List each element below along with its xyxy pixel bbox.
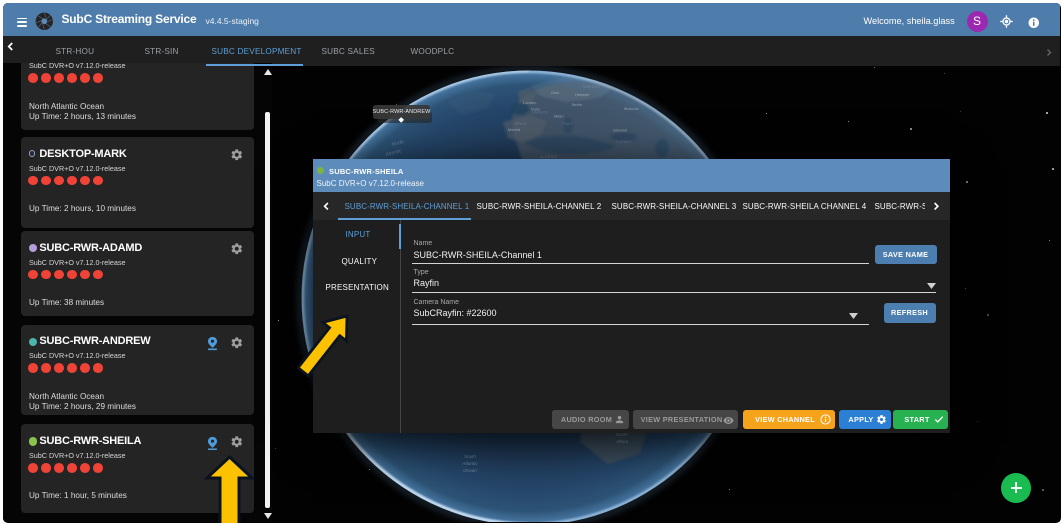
svg-text:Moscow: Moscow: [624, 106, 639, 111]
svg-text:Berlin: Berlin: [572, 102, 582, 107]
svg-text:London: London: [523, 100, 536, 105]
svg-text:Ocean: Ocean: [463, 468, 477, 473]
svg-text:Helsinki: Helsinki: [575, 92, 589, 97]
svg-text:Madrid: Madrid: [508, 127, 520, 132]
svg-text:FRANCE: FRANCE: [532, 110, 548, 114]
svg-text:ITALY: ITALY: [562, 122, 573, 126]
svg-text:SWEDEN: SWEDEN: [583, 85, 600, 89]
svg-text:South: South: [463, 454, 475, 459]
svg-text:Istanbul: Istanbul: [613, 127, 627, 132]
svg-text:TURKEY: TURKEY: [616, 140, 632, 144]
svg-text:Milan: Milan: [554, 113, 564, 118]
svg-text:Africa: Africa: [616, 439, 628, 444]
svg-text:SPAIN: SPAIN: [515, 122, 527, 126]
svg-text:Oslo: Oslo: [551, 90, 560, 95]
svg-text:Atlantic: Atlantic: [461, 461, 478, 466]
